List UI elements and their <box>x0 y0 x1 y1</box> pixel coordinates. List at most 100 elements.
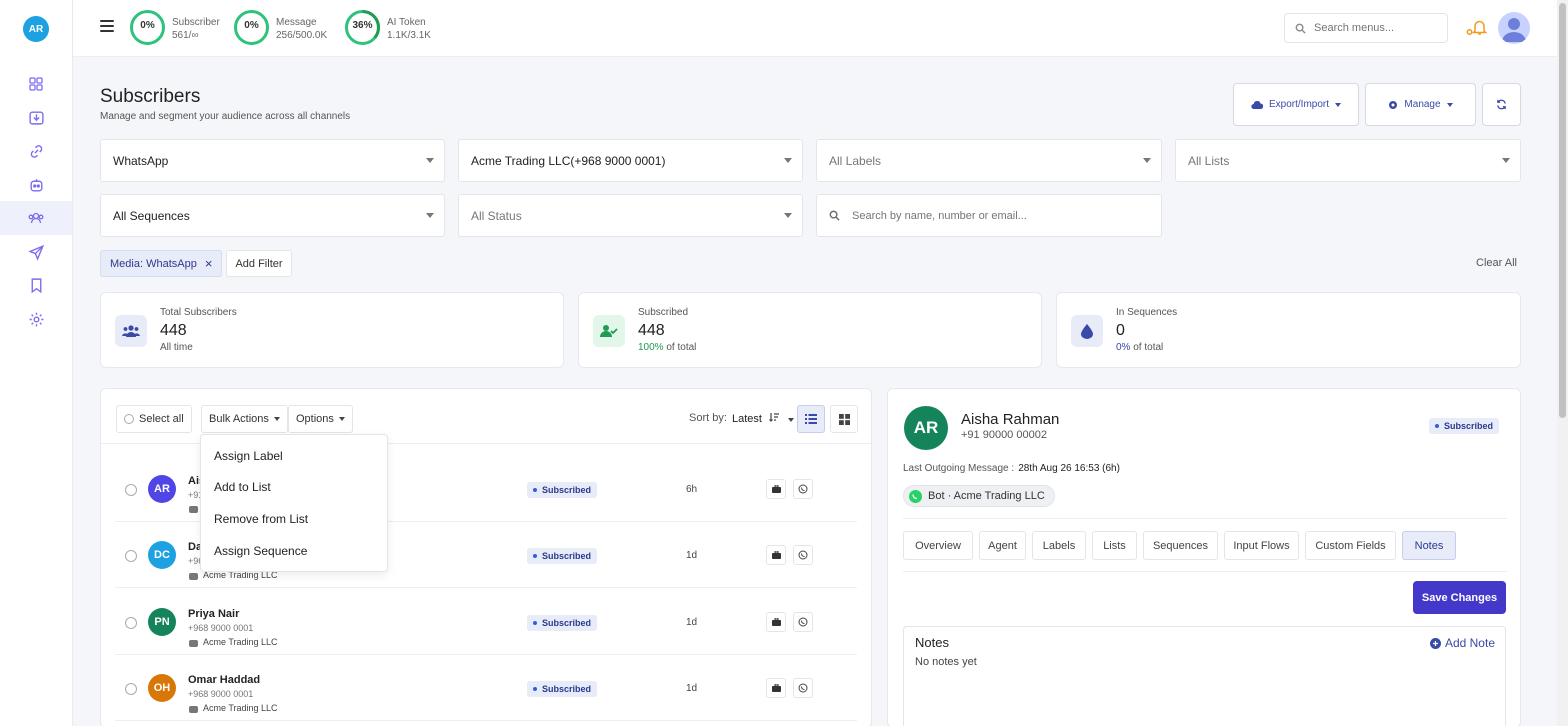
subscriber-search-box[interactable] <box>816 194 1162 237</box>
sequences-select[interactable]: All Sequences <box>100 194 445 237</box>
tab-sequences[interactable]: Sequences <box>1143 531 1218 560</box>
select-all-button[interactable]: Select all <box>116 405 192 433</box>
refresh-button[interactable] <box>1482 83 1521 126</box>
briefcase-icon <box>771 551 781 559</box>
channel-select[interactable]: WhatsApp <box>100 139 445 182</box>
whatsapp-button[interactable] <box>793 479 813 499</box>
stat-in-sequences: In Sequences 0 0% of total <box>1056 292 1521 368</box>
bulk-actions-button[interactable]: Bulk Actions <box>201 405 288 433</box>
divider <box>903 571 1507 572</box>
inbox-button[interactable] <box>766 678 786 698</box>
page-scrollbar[interactable] <box>1557 0 1568 726</box>
close-icon[interactable]: × <box>205 257 213 270</box>
menu-item-assign-label[interactable]: Assign Label <box>214 449 283 463</box>
subscriber-search-input[interactable] <box>852 209 1132 222</box>
menu-search-box[interactable] <box>1284 13 1448 43</box>
sidebar-item-templates[interactable] <box>0 268 72 302</box>
status-select[interactable]: All Status <box>458 194 803 237</box>
add-note-button[interactable]: Add Note <box>1429 636 1495 650</box>
chevron-down-icon <box>273 417 280 421</box>
select-all-radio[interactable] <box>124 414 134 424</box>
org-avatar[interactable]: AR <box>23 16 49 42</box>
save-changes-button[interactable]: Save Changes <box>1413 581 1506 614</box>
filter-chip-media: Media: WhatsApp × <box>100 250 223 277</box>
row-select-radio[interactable] <box>125 683 137 695</box>
user-check-icon <box>593 315 625 347</box>
chevron-down-icon <box>426 213 434 218</box>
subscriber-name: Omar Haddad <box>188 674 261 686</box>
stat-sub: 0% of total <box>1116 342 1164 353</box>
sidebar: AR <box>0 0 73 726</box>
export-import-button[interactable]: Export/Import <box>1233 83 1359 126</box>
row-select-radio[interactable] <box>125 617 137 629</box>
lists-select[interactable]: All Lists <box>1175 139 1521 182</box>
message-meter-value: 0% <box>244 20 259 31</box>
subscriber-detail-panel: AR Aisha Rahman +91 90000 00002 Subscrib… <box>887 388 1521 726</box>
tab-notes[interactable]: Notes <box>1402 531 1456 560</box>
last-active-time: 1d <box>686 683 698 694</box>
subscriber-phone: +968 9000 0001 <box>188 623 254 633</box>
options-button[interactable]: Options <box>288 405 353 433</box>
last-active-time: 6h <box>686 484 698 495</box>
briefcase-icon <box>771 485 781 493</box>
account-select[interactable]: Acme Trading LLC(+968 9000 0001) <box>458 139 803 182</box>
tab-custom-fields[interactable]: Custom Fields <box>1305 531 1396 560</box>
clear-all-link[interactable]: Clear All <box>1476 257 1517 269</box>
menu-toggle-icon[interactable] <box>100 20 114 34</box>
page-subtitle: Manage and segment your audience across … <box>100 111 351 122</box>
whatsapp-button[interactable] <box>793 545 813 565</box>
grid-view-button[interactable] <box>830 405 858 433</box>
stat-sub: All time <box>160 342 193 353</box>
gear-icon <box>1389 100 1398 109</box>
menu-item-remove-from-list[interactable]: Remove from List <box>214 512 308 526</box>
manage-button[interactable]: Manage <box>1365 83 1476 126</box>
table-row[interactable]: PN Priya Nair +968 9000 0001 Acme Tradin… <box>115 589 857 655</box>
sidebar-item-settings[interactable] <box>0 302 72 336</box>
add-filter-button[interactable]: Add Filter <box>226 250 292 277</box>
sidebar-item-integrations[interactable] <box>0 134 72 168</box>
stat-value: 448 <box>160 322 187 339</box>
chevron-down-icon <box>426 158 434 163</box>
whatsapp-button[interactable] <box>793 678 813 698</box>
sidebar-item-dashboard[interactable] <box>0 67 72 101</box>
status-badge: Subscribed <box>527 615 598 631</box>
notification-bell-icon[interactable] <box>1466 18 1488 39</box>
inbox-button[interactable] <box>766 612 786 632</box>
tab-labels[interactable]: Labels <box>1032 531 1086 560</box>
inbox-button[interactable] <box>766 545 786 565</box>
sidebar-item-inbox[interactable] <box>0 100 72 134</box>
inbox-button[interactable] <box>766 479 786 499</box>
labels-select[interactable]: All Labels <box>816 139 1162 182</box>
robot-icon <box>29 178 43 192</box>
table-row[interactable]: OH Omar Haddad +968 9000 0001 Acme Tradi… <box>115 655 857 721</box>
stat-total-subscribers: Total Subscribers 448 All time <box>100 292 564 368</box>
menu-item-assign-sequence[interactable]: Assign Sequence <box>214 544 307 558</box>
list-view-button[interactable] <box>797 405 825 433</box>
ai-token-meter-value: 36% <box>352 20 373 31</box>
last-active-time: 1d <box>686 617 698 628</box>
scrollbar-thumb[interactable] <box>1559 3 1566 418</box>
whatsapp-button[interactable] <box>793 612 813 632</box>
menu-search-input[interactable] <box>1314 22 1434 34</box>
tab-input-flows[interactable]: Input Flows <box>1224 531 1299 560</box>
tab-overview[interactable]: Overview <box>903 531 973 560</box>
sidebar-item-bots[interactable] <box>0 168 72 202</box>
refresh-icon <box>1497 99 1506 110</box>
subscriber-name: Priya Nair <box>188 608 240 620</box>
sort-select[interactable]: Latest <box>732 412 795 425</box>
sidebar-item-subscribers[interactable] <box>0 201 72 235</box>
tab-agent[interactable]: Agent <box>979 531 1026 560</box>
tab-lists[interactable]: Lists <box>1092 531 1137 560</box>
menu-item-add-to-list[interactable]: Add to List <box>214 480 271 494</box>
gear-icon <box>29 312 43 326</box>
user-avatar[interactable] <box>1498 12 1530 44</box>
last-active-time: 1d <box>686 550 698 561</box>
subscriber-company: Acme Trading LLC <box>188 637 278 647</box>
row-select-radio[interactable] <box>125 550 137 562</box>
status-badge: Subscribed <box>1429 418 1500 434</box>
stat-value: 0 <box>1116 322 1125 339</box>
subscriber-company: Acme Trading LLC <box>188 703 278 713</box>
sidebar-item-broadcast[interactable] <box>0 235 72 269</box>
chevron-down-icon <box>788 418 795 422</box>
row-select-radio[interactable] <box>125 484 137 496</box>
